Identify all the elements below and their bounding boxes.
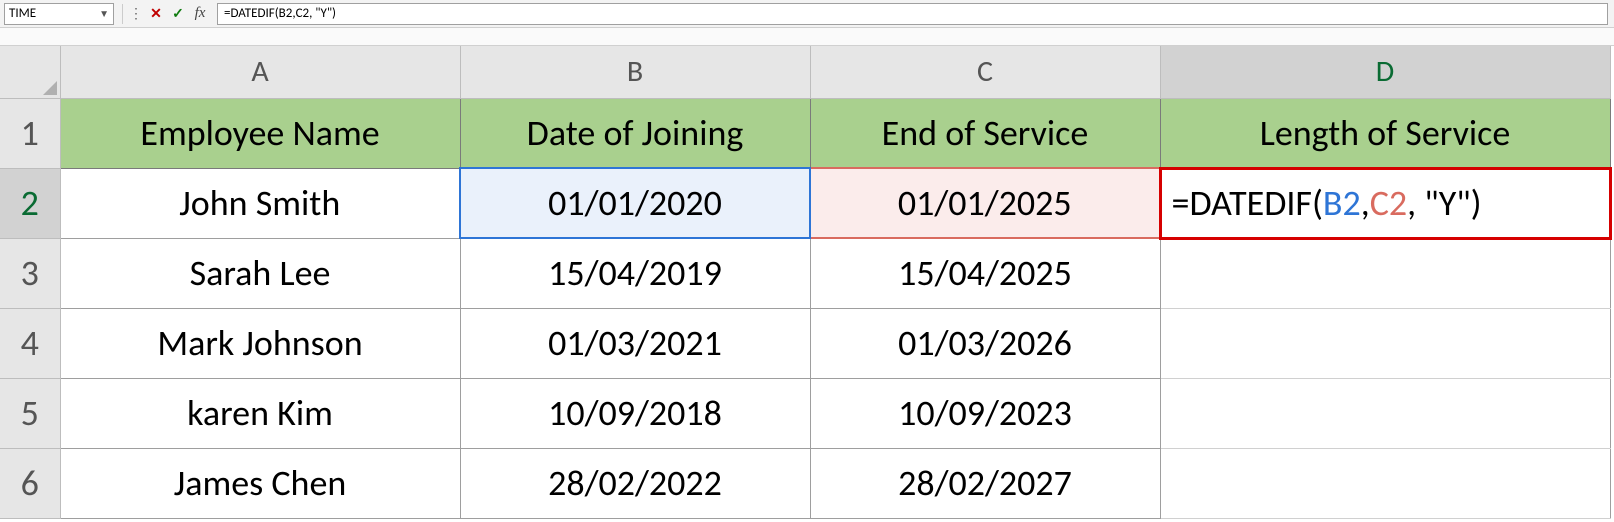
col-header-d[interactable]: D: [1160, 46, 1610, 98]
spreadsheet-grid: A B C D 1 Employee Name Date of Joining …: [0, 46, 1612, 519]
row-header-1[interactable]: 1: [0, 98, 60, 168]
column-header-row: A B C D: [0, 46, 1610, 98]
formula-ref-b2: B2: [1323, 181, 1361, 225]
table-row: 4 Mark Johnson 01/03/2021 01/03/2026: [0, 308, 1610, 378]
cell-a5[interactable]: karen Kim: [60, 378, 460, 448]
row-header-5[interactable]: 5: [0, 378, 60, 448]
cell-d2-editing[interactable]: =DATEDIF(B2,C2, "Y"): [1160, 168, 1610, 238]
table-row: 2 John Smith 01/01/2020 01/01/2025 =DATE…: [0, 168, 1610, 238]
row-header-4[interactable]: 4: [0, 308, 60, 378]
col-header-c[interactable]: C: [810, 46, 1160, 98]
cell-c2[interactable]: 01/01/2025: [810, 168, 1160, 238]
select-all-triangle-icon: [43, 81, 57, 95]
cell-a3[interactable]: Sarah Lee: [60, 238, 460, 308]
cell-d3[interactable]: [1160, 238, 1610, 308]
col-header-b[interactable]: B: [460, 46, 810, 98]
cancel-icon[interactable]: ✕: [145, 5, 167, 22]
cell-c5[interactable]: 10/09/2023: [810, 378, 1160, 448]
row-header-6[interactable]: 6: [0, 448, 60, 518]
cell-b3[interactable]: 15/04/2019: [460, 238, 810, 308]
cell-b4[interactable]: 01/03/2021: [460, 308, 810, 378]
cell-a1[interactable]: Employee Name: [60, 98, 460, 168]
cell-c1[interactable]: End of Service: [810, 98, 1160, 168]
name-box-text: TIME: [9, 6, 36, 21]
table-row: 6 James Chen 28/02/2022 28/02/2027: [0, 448, 1610, 518]
select-all-corner[interactable]: [0, 46, 60, 98]
cell-b2[interactable]: 01/01/2020: [460, 168, 810, 238]
table-row: 5 karen Kim 10/09/2018 10/09/2023: [0, 378, 1610, 448]
ribbon-gap: [0, 28, 1614, 46]
fx-icon[interactable]: fx: [189, 5, 211, 22]
name-box[interactable]: TIME ▼: [4, 3, 114, 25]
separator: [122, 4, 123, 24]
formula-rest: , "Y"): [1407, 181, 1481, 225]
confirm-icon[interactable]: ✓: [167, 5, 189, 22]
cell-a2[interactable]: John Smith: [60, 168, 460, 238]
cell-d6[interactable]: [1160, 448, 1610, 518]
col-header-a[interactable]: A: [60, 46, 460, 98]
cell-b6[interactable]: 28/02/2022: [460, 448, 810, 518]
cell-a4[interactable]: Mark Johnson: [60, 308, 460, 378]
row-header-2[interactable]: 2: [0, 168, 60, 238]
row-header-3[interactable]: 3: [0, 238, 60, 308]
cell-b5[interactable]: 10/09/2018: [460, 378, 810, 448]
cell-c4[interactable]: 01/03/2026: [810, 308, 1160, 378]
more-icon[interactable]: ⋮: [127, 5, 145, 22]
chevron-down-icon[interactable]: ▼: [99, 7, 109, 20]
cell-b1[interactable]: Date of Joining: [460, 98, 810, 168]
cell-d1[interactable]: Length of Service: [1160, 98, 1610, 168]
cell-d5[interactable]: [1160, 378, 1610, 448]
table-row: 3 Sarah Lee 15/04/2019 15/04/2025: [0, 238, 1610, 308]
cell-a6[interactable]: James Chen: [60, 448, 460, 518]
formula-comma: ,: [1361, 181, 1370, 225]
table-header-row: 1 Employee Name Date of Joining End of S…: [0, 98, 1610, 168]
formula-ref-c2: C2: [1370, 181, 1407, 225]
formula-eq: =: [1172, 181, 1190, 225]
cell-d4[interactable]: [1160, 308, 1610, 378]
cell-c3[interactable]: 15/04/2025: [810, 238, 1160, 308]
formula-fn: DATEDIF(: [1189, 181, 1322, 225]
cell-c6[interactable]: 28/02/2027: [810, 448, 1160, 518]
formula-input[interactable]: =DATEDIF(B2,C2, "Y"): [217, 3, 1608, 25]
formula-bar: TIME ▼ ⋮ ✕ ✓ fx =DATEDIF(B2,C2, "Y"): [0, 0, 1614, 28]
